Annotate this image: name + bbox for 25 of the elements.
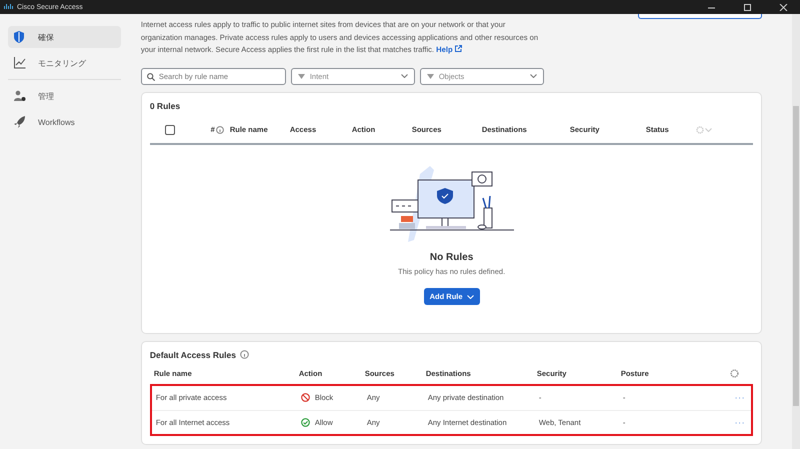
info-icon <box>216 126 224 134</box>
rules-count: 0 Rules <box>150 100 182 110</box>
shield-icon <box>14 31 26 43</box>
person-gear-icon <box>14 90 26 102</box>
chart-icon <box>14 57 26 69</box>
select-all-checkbox[interactable] <box>164 124 175 134</box>
scrollbar-thumb[interactable] <box>793 106 800 406</box>
input-field[interactable] <box>638 14 762 19</box>
rocket-icon <box>14 116 26 128</box>
sidebar-item[interactable]: 確保 <box>8 26 121 48</box>
empty-title: No Rules <box>430 252 474 263</box>
close-icon[interactable] <box>779 4 788 10</box>
gear-icon[interactable] <box>730 369 740 378</box>
external-link-icon[interactable] <box>454 45 462 52</box>
chevron-down-icon <box>530 74 537 78</box>
chevron-down-icon <box>400 74 408 78</box>
sidebar-item[interactable]: モニタリング <box>8 52 121 74</box>
filter-icon <box>298 74 305 78</box>
section-title: Default Access Rules <box>150 350 236 360</box>
info-icon <box>240 350 249 359</box>
chevron-down-icon <box>466 294 474 298</box>
filter-icon <box>426 74 434 78</box>
sidebar-item[interactable]: Workflows <box>8 111 121 133</box>
maximize-icon[interactable] <box>743 4 752 10</box>
sidebar-item[interactable]: 管理 <box>8 85 121 107</box>
